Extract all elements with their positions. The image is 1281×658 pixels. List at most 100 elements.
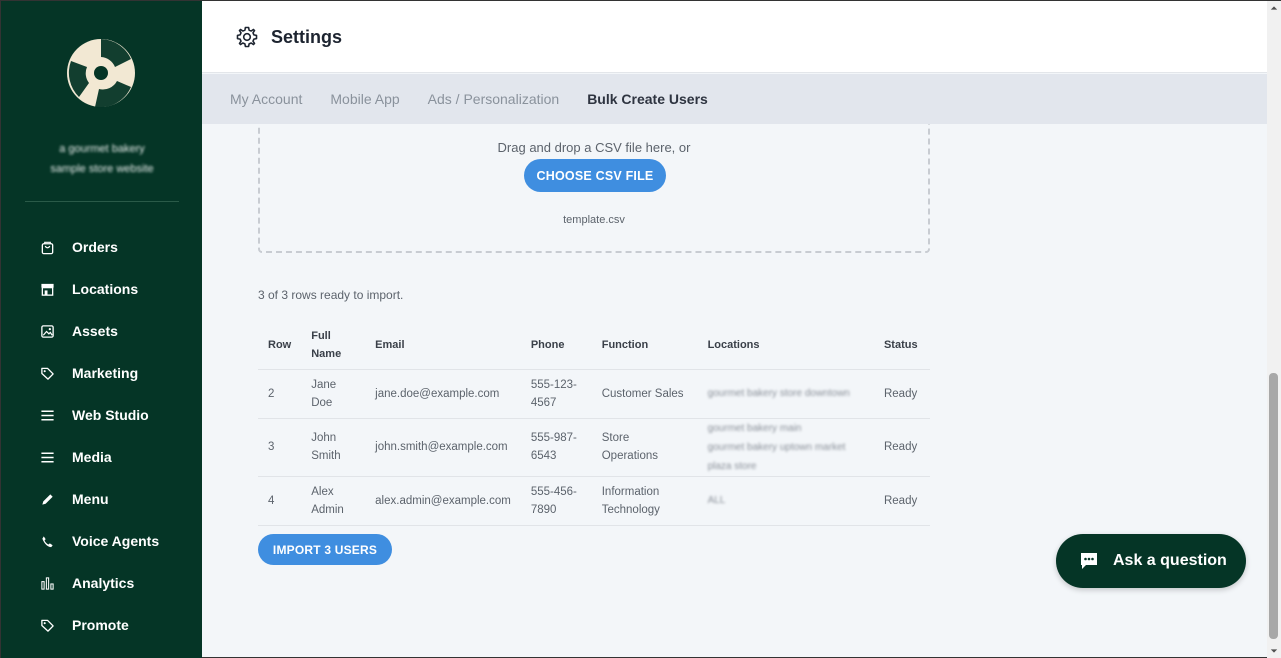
page-title: Settings <box>271 27 343 47</box>
sidebar-item-label: Locations <box>72 281 139 297</box>
cell-row: 3 <box>258 418 302 477</box>
cell-locations: ALL <box>697 476 874 526</box>
sidebar-item-label: Menu <box>72 491 109 507</box>
full-name-line2: Doe <box>311 396 333 409</box>
ask-question-button[interactable]: Ask a question <box>1056 534 1246 588</box>
cell-status: Ready <box>873 418 930 477</box>
sidebar-item-label: Analytics <box>72 575 135 591</box>
locations-line1: gourmet bakery main <box>707 422 802 434</box>
sidebar: a gourmet bakery sample store website Or… <box>1 1 202 658</box>
brand-logo[interactable] <box>65 37 137 109</box>
tab-bulk-create-users[interactable]: Bulk Create Users <box>587 91 708 107</box>
sidebar-item-label: Marketing <box>72 365 139 381</box>
cell-row: 4 <box>258 476 302 526</box>
column-header-full-name-line1: Full <box>311 329 331 342</box>
vertical-scrollbar[interactable] <box>1267 1 1281 658</box>
cell-full-name: Jane Doe <box>301 369 366 419</box>
sidebar-item-assets[interactable]: Assets <box>1 310 202 352</box>
locations-line2: gourmet bakery uptown market plaza store <box>707 441 846 472</box>
account-name-line2: sample store website <box>50 163 154 175</box>
phone-line2: 4567 <box>530 396 557 409</box>
choose-csv-button[interactable]: CHOOSE CSV FILE <box>524 159 666 192</box>
sidebar-item-label: Assets <box>72 323 118 339</box>
cell-row: 2 <box>258 369 302 419</box>
column-header-phone: Phone <box>520 321 592 370</box>
phone-icon <box>39 533 55 549</box>
table-row: 2 Jane Doe jane.doe@example.com 555-123- 4… <box>258 369 930 419</box>
template-csv-link[interactable]: template.csv <box>260 214 928 226</box>
cell-locations: gourmet bakery store downtown <box>697 369 874 419</box>
rows-ready-status: 3 of 3 rows ready to import. <box>258 288 404 302</box>
import-users-button[interactable]: IMPORT 3 USERS <box>258 534 392 565</box>
cell-email: alex.admin@example.com <box>365 476 521 526</box>
storefront-icon <box>39 281 55 297</box>
shopping-bag-icon <box>39 239 55 255</box>
column-header-locations: Locations <box>697 321 874 370</box>
sidebar-item-menu[interactable]: Menu <box>1 478 202 520</box>
cell-status: Ready <box>873 476 930 526</box>
sidebar-item-analytics[interactable]: Analytics <box>1 562 202 604</box>
function-line1: Store <box>601 432 630 444</box>
sidebar-item-label: Web Studio <box>72 407 149 423</box>
sidebar-item-locations[interactable]: Locations <box>1 268 202 310</box>
full-name-line1: Jane <box>311 378 337 391</box>
settings-tabs: My Account Mobile App Ads / Personalizat… <box>202 74 1267 124</box>
full-name-line2: Admin <box>311 503 344 516</box>
tab-my-account[interactable]: My Account <box>230 91 302 107</box>
cell-function: Information Technology <box>591 476 698 526</box>
sidebar-item-promote[interactable]: Promote <box>1 604 202 646</box>
cell-phone: 555-456- 7890 <box>520 476 592 526</box>
function-line2: Technology <box>601 503 660 516</box>
column-header-full-name-line2: Name <box>311 347 342 360</box>
cell-full-name: John Smith <box>301 418 366 477</box>
scroll-up-arrow-icon[interactable] <box>1267 1 1281 15</box>
tab-mobile-app[interactable]: Mobile App <box>330 91 399 107</box>
sidebar-item-label: Voice Agents <box>72 533 160 549</box>
sidebar-item-media[interactable]: Media <box>1 436 202 478</box>
full-name-line1: Alex <box>311 485 334 498</box>
page-header: Settings <box>202 1 1267 73</box>
locations-line1: ALL <box>707 495 726 506</box>
column-header-email: Email <box>365 321 521 370</box>
cell-locations: gourmet bakery main gourmet bakery uptown… <box>697 418 874 477</box>
full-name-line1: John <box>311 432 337 444</box>
cell-phone: 555-987- 6543 <box>520 418 592 477</box>
locations-line1: gourmet bakery store downtown <box>707 388 850 399</box>
function-line2: Operations <box>601 450 658 462</box>
bar-chart-icon <box>39 575 55 591</box>
cell-full-name: Alex Admin <box>301 476 366 526</box>
gear-icon <box>235 25 259 49</box>
sidebar-item-voice-agents[interactable]: Voice Agents <box>1 520 202 562</box>
menu-lines-icon <box>39 407 55 423</box>
phone-line1: 555-123- <box>530 378 577 391</box>
ask-question-label: Ask a question <box>1113 552 1227 569</box>
sidebar-nav: Orders Locations Assets Marketing Web St… <box>1 226 202 646</box>
scrollbar-thumb[interactable] <box>1269 373 1278 639</box>
users-preview-table: Row Full Name Email Phone Function Locati… <box>258 321 930 526</box>
cell-email: jane.doe@example.com <box>365 369 521 419</box>
menu-lines-icon <box>39 449 55 465</box>
function-line1: Information <box>601 485 660 498</box>
account-name-line1: a gourmet bakery <box>59 143 145 155</box>
sidebar-item-web-studio[interactable]: Web Studio <box>1 394 202 436</box>
image-icon <box>39 323 55 339</box>
column-header-function: Function <box>591 321 698 370</box>
sidebar-item-label: Orders <box>72 239 118 255</box>
scroll-down-arrow-icon[interactable] <box>1267 644 1281 658</box>
phone-line2: 7890 <box>530 503 557 516</box>
pencil-icon <box>39 491 55 507</box>
sidebar-item-orders[interactable]: Orders <box>1 226 202 268</box>
dropzone-prompt: Drag and drop a CSV file here, or <box>497 140 691 155</box>
table-header-row: Row Full Name Email Phone Function Locati… <box>258 321 930 370</box>
column-header-row: Row <box>258 321 302 370</box>
table-row: 4 Alex Admin alex.admin@example.com 555-4… <box>258 476 930 526</box>
full-name-line2: Smith <box>311 450 341 462</box>
sidebar-item-marketing[interactable]: Marketing <box>1 352 202 394</box>
chat-bubble-icon <box>1078 550 1100 572</box>
function-line1: Customer Sales <box>601 387 684 400</box>
column-header-full-name: Full Name <box>301 321 366 370</box>
column-header-status: Status <box>873 321 930 370</box>
tab-ads-personalization[interactable]: Ads / Personalization <box>428 91 560 107</box>
csv-dropzone[interactable]: Drag and drop a CSV file here, or CHOOSE… <box>258 124 930 253</box>
tag-icon <box>39 617 55 633</box>
